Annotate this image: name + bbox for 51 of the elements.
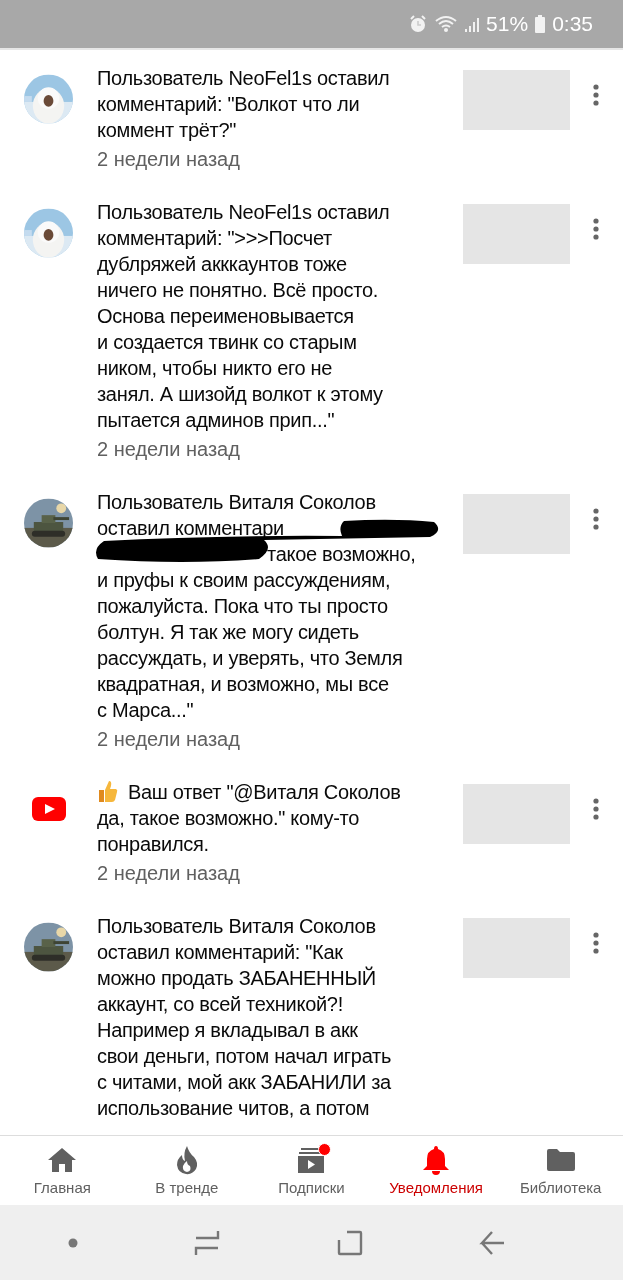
notification-text-line: пожалуйста. Пока что ты просто <box>97 594 388 619</box>
video-thumbnail[interactable] <box>463 494 570 554</box>
recent-apps-icon[interactable] <box>194 1229 221 1256</box>
home-icon <box>47 1147 78 1173</box>
notification-time: 2 недели назад <box>97 147 241 172</box>
notification-text: Пользователь NeoFel1s оставил комментарий: ">>>Посчет дублряжей акккаунтов тоже ничего не понятно. Всё просто. Основа переименовывается и создается твинк со старым ником, чтобы никто его не занял. А шизойд волкот к этому пытается админов прип..." <box>97 200 391 433</box>
dot-icon <box>68 1237 79 1248</box>
more-options-icon[interactable] <box>593 798 599 820</box>
video-thumbnail[interactable] <box>463 784 570 844</box>
flame-icon <box>174 1145 199 1175</box>
folder-icon <box>545 1148 576 1172</box>
notification-item[interactable]: Ваш ответ "@Виталя Соколов да, такое возможно." кому-то понравился. 2 недели назад <box>0 764 623 898</box>
notification-text-line: оставил комментари <box>97 516 284 541</box>
nav-tab[interactable]: Подписки <box>249 1136 374 1205</box>
clock-time: 0:35 <box>552 12 593 36</box>
video-play-logo-icon <box>31 797 66 821</box>
more-options-icon[interactable] <box>593 218 599 240</box>
nav-tab[interactable]: Главная <box>0 1136 125 1205</box>
notification-text-line: болтун. Я так же могу сидеть <box>97 620 359 645</box>
notification-text-line: да, такое возможно." кому-то <box>97 806 359 831</box>
video-thumbnail[interactable] <box>463 204 570 264</box>
notification-text: Пользователь Виталя Соколов оставил комментарий: "Как можно продать ЗАБАНЕННЫЙ аккаунт, со всей техникой?! Например я вкладывал в акк свои деньги, потом начал играть с читами, мой акк ЗАБАНИЛИ за использование читов, а потом <box>97 914 393 1121</box>
bell-icon <box>422 1145 451 1175</box>
notification-text-line: такое возможно, <box>267 542 416 567</box>
more-options-icon[interactable] <box>593 508 599 530</box>
back-icon[interactable] <box>478 1229 505 1256</box>
notification-text-line: рассуждать, и уверять, что Земля <box>97 646 403 671</box>
notification-time: 2 недели назад <box>97 861 241 886</box>
notification-text-line: квадратная, и возможно, мы все <box>97 672 389 697</box>
notification-text-line: Ваш ответ "@Виталя Соколов <box>128 780 401 805</box>
notification-text: Пользователь NeoFel1s оставил комментарий: "Волкот что ли коммент трёт?" <box>97 66 391 143</box>
home-button-icon[interactable] <box>336 1229 363 1256</box>
notification-item[interactable]: Пользователь NeoFel1s оставил комментарий: "Волкот что ли коммент трёт?" 2 недели назад <box>0 50 623 184</box>
notification-text-line: и пруфы к своим рассуждениям, <box>97 568 391 593</box>
video-thumbnail[interactable] <box>463 70 570 130</box>
notification-text-line: Пользователь Виталя Соколов <box>97 490 376 515</box>
notification-text-line: понравился. <box>97 832 209 857</box>
video-thumbnail[interactable] <box>463 918 570 978</box>
battery-icon <box>534 14 547 34</box>
more-options-icon[interactable] <box>593 932 599 954</box>
notification-text-line: с Марса..." <box>97 698 194 723</box>
notification-time: 2 недели назад <box>97 437 241 462</box>
nav-tab[interactable]: В тренде <box>124 1136 250 1205</box>
nav-tab[interactable]: Библиотека <box>498 1136 623 1205</box>
thumbs-up-icon <box>97 779 119 803</box>
nav-tab[interactable]: Уведомления <box>373 1136 499 1205</box>
wifi-icon <box>434 14 459 34</box>
subscriptions-icon <box>297 1146 326 1174</box>
more-options-icon[interactable] <box>593 84 599 106</box>
notification-time: 2 недели назад <box>97 727 241 752</box>
battery-percent: 51% <box>486 12 529 36</box>
